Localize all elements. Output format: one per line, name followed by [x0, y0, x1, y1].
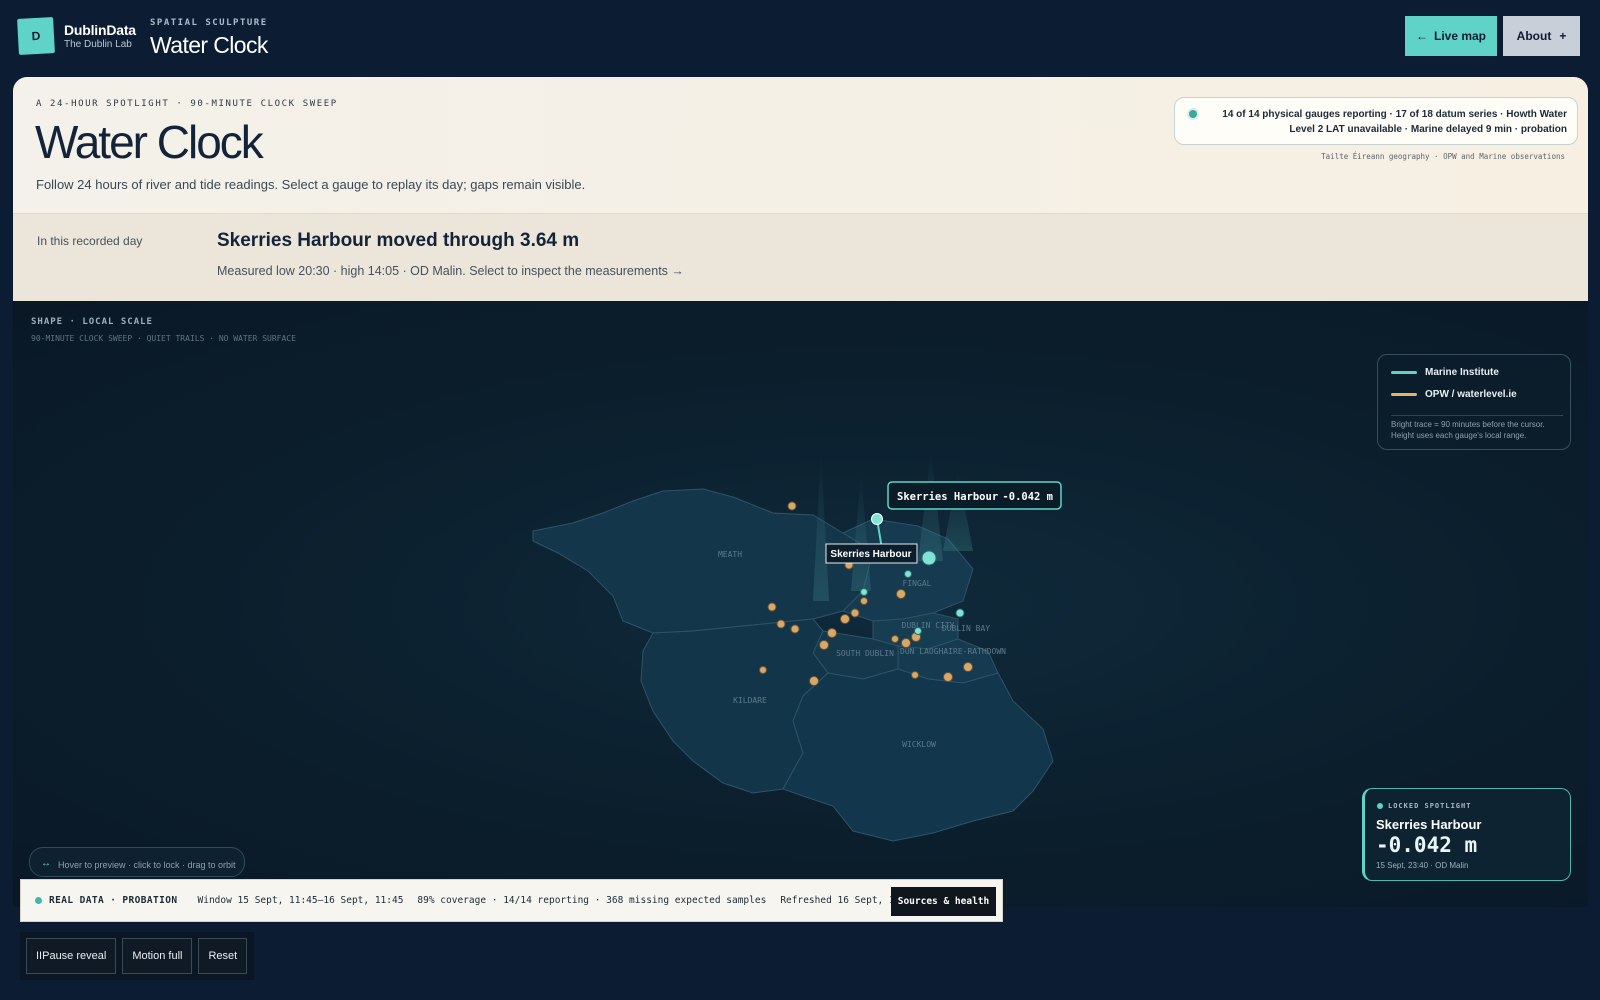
legend-label-marine: Marine Institute — [1425, 367, 1499, 378]
gauge-marker[interactable] — [767, 602, 777, 612]
map-title: SHAPE · LOCAL SCALE — [31, 317, 153, 327]
gauge-marker[interactable] — [809, 676, 819, 686]
gauge-marker[interactable] — [759, 666, 767, 674]
legend: Marine Institute OPW / waterlevel.ie Bri… — [1377, 354, 1571, 450]
gauge-marker[interactable] — [911, 671, 919, 679]
gauge-marker[interactable] — [904, 570, 912, 578]
locked-spotlight-card[interactable]: LOCKED SPOTLIGHT Skerries Harbour -0.042… — [1362, 788, 1571, 881]
gauge-marker[interactable] — [790, 624, 800, 634]
motion-button[interactable]: Motion full — [122, 938, 193, 974]
gauge-marker[interactable] — [819, 640, 829, 650]
data-status-bar: REAL DATA · PROBATION Window 15 Sept, 11… — [20, 879, 1003, 922]
live-map-button[interactable]: ← Live map — [1405, 16, 1497, 56]
tooltip-value: -0.042 m — [1002, 491, 1053, 503]
region-label-fingal: FINGAL — [903, 579, 932, 588]
legend-item-opw: OPW / waterlevel.ie — [1391, 389, 1517, 400]
hero-section: A 24-HOUR SPOTLIGHT · 90-MINUTE CLOCK SW… — [13, 77, 1588, 213]
main-card: A 24-HOUR SPOTLIGHT · 90-MINUTE CLOCK SW… — [13, 77, 1588, 907]
gauge-marker[interactable] — [921, 550, 937, 566]
marine-swatch-icon — [1391, 371, 1417, 374]
data-coverage: 89% coverage · 14/14 reporting · 368 mis… — [417, 895, 767, 906]
spotlight-dot-icon — [1377, 803, 1383, 809]
gauge-marker[interactable] — [787, 501, 797, 511]
brand-logo[interactable]: D — [17, 17, 55, 55]
gauge-marker[interactable] — [891, 635, 899, 643]
status-text: 14 of 14 physical gauges reporting · 17 … — [1222, 109, 1567, 135]
status-pill: 14 of 14 physical gauges reporting · 17 … — [1174, 97, 1578, 145]
region-label-wicklow: WICKLOW — [902, 740, 936, 749]
map-viewport[interactable]: MEATH FINGAL DUBLIN CITY DUBLIN BAY SOUT… — [13, 301, 1588, 907]
region-wicklow — [782, 668, 1054, 842]
page-title: Water Clock — [35, 116, 264, 168]
gauge-marker[interactable] — [943, 672, 953, 682]
gauge-marker[interactable] — [840, 614, 850, 624]
top-bar: D DublinData The Dublin Lab SPATIAL SCUL… — [0, 0, 1600, 76]
gauge-marker[interactable] — [963, 662, 973, 672]
legend-item-marine: Marine Institute — [1391, 367, 1499, 378]
map-canvas[interactable]: MEATH FINGAL DUBLIN CITY DUBLIN BAY SOUT… — [13, 301, 1588, 907]
live-map-label: Live map — [1433, 29, 1487, 43]
tooltip-name: Skerries Harbour — [897, 491, 998, 503]
opw-swatch-icon — [1391, 393, 1417, 396]
hover-label: Skerries Harbour — [830, 549, 911, 560]
gauge-marker[interactable] — [850, 608, 860, 618]
data-window: Window 15 Sept, 11:45–16 Sept, 11:45 — [197, 895, 404, 906]
status-dot-icon — [1189, 110, 1197, 118]
legend-label-opw: OPW / waterlevel.ie — [1425, 389, 1517, 400]
map-subtitle: 90-MINUTE CLOCK SWEEP · QUIET TRAILS · N… — [31, 334, 296, 343]
region-label-south-dublin: SOUTH DUBLIN — [836, 649, 894, 658]
sources-health-button[interactable]: Sources & health — [891, 887, 996, 916]
app-kicker: SPATIAL SCULPTURE — [150, 18, 268, 28]
playback-controls: IIPause reveal Motion full Reset — [20, 932, 254, 980]
selected-gauge-marker[interactable] — [871, 513, 883, 525]
recorded-day-section[interactable]: In this recorded day Skerries Harbour mo… — [13, 213, 1588, 301]
legend-note: Bright trace = 90 minutes before the cur… — [1391, 415, 1563, 441]
hero-description: Follow 24 hours of river and tide readin… — [36, 177, 586, 192]
region-label-kildare: KILDARE — [733, 696, 767, 705]
recorded-headline[interactable]: Skerries Harbour moved through 3.64 m — [217, 230, 579, 252]
hero-kicker: A 24-HOUR SPOTLIGHT · 90-MINUTE CLOCK SW… — [36, 99, 338, 109]
region-label-dublin-bay: DUBLIN BAY — [942, 624, 990, 633]
recorded-label: In this recorded day — [37, 234, 143, 248]
gauge-marker[interactable] — [955, 608, 965, 618]
hint-text: Hover to preview · click to lock · drag … — [58, 860, 236, 870]
move-arrows-icon: ↔ — [41, 858, 51, 869]
spotlight-kicker-label: LOCKED SPOTLIGHT — [1388, 802, 1472, 810]
plus-icon: + — [1559, 29, 1567, 43]
arrow-left-icon: ← — [1415, 29, 1428, 43]
about-button[interactable]: About + — [1503, 16, 1580, 56]
region-label-meath: MEATH — [718, 550, 742, 559]
spotlight-kicker: LOCKED SPOTLIGHT — [1377, 802, 1471, 810]
gauge-marker[interactable] — [860, 588, 868, 596]
gauge-marker[interactable] — [860, 597, 868, 605]
spotlight-value: -0.042 m — [1376, 833, 1478, 857]
recorded-detail[interactable]: Measured low 20:30 · high 14:05 · OD Mal… — [217, 264, 684, 278]
spotlight-meta: 15 Sept, 23:40 · OD Malin — [1376, 861, 1469, 870]
about-label: About — [1516, 29, 1552, 43]
reset-button[interactable]: Reset — [198, 938, 248, 974]
attribution: Tailte Éireann geography · OPW and Marin… — [1321, 152, 1565, 161]
app-title: Water Clock — [150, 32, 268, 58]
gauge-marker[interactable] — [914, 627, 922, 635]
region-label-dun-laoghaire: DÚN LAOGHAIRE-RATHDOWN — [900, 645, 1006, 656]
gauge-marker[interactable] — [827, 628, 837, 638]
pause-reveal-button[interactable]: IIPause reveal — [26, 938, 117, 974]
spotlight-name: Skerries Harbour — [1376, 817, 1482, 832]
gauge-marker[interactable] — [896, 589, 906, 599]
brand-name[interactable]: DublinData — [64, 22, 136, 38]
gauge-marker[interactable] — [776, 619, 786, 629]
data-status: REAL DATA · PROBATION — [49, 895, 178, 906]
brand-subtitle: The Dublin Lab — [64, 39, 132, 50]
gauge-marker[interactable] — [901, 638, 911, 648]
interaction-hint: ↔ Hover to preview · click to lock · dra… — [29, 847, 245, 877]
data-status-dot-icon — [35, 897, 42, 904]
